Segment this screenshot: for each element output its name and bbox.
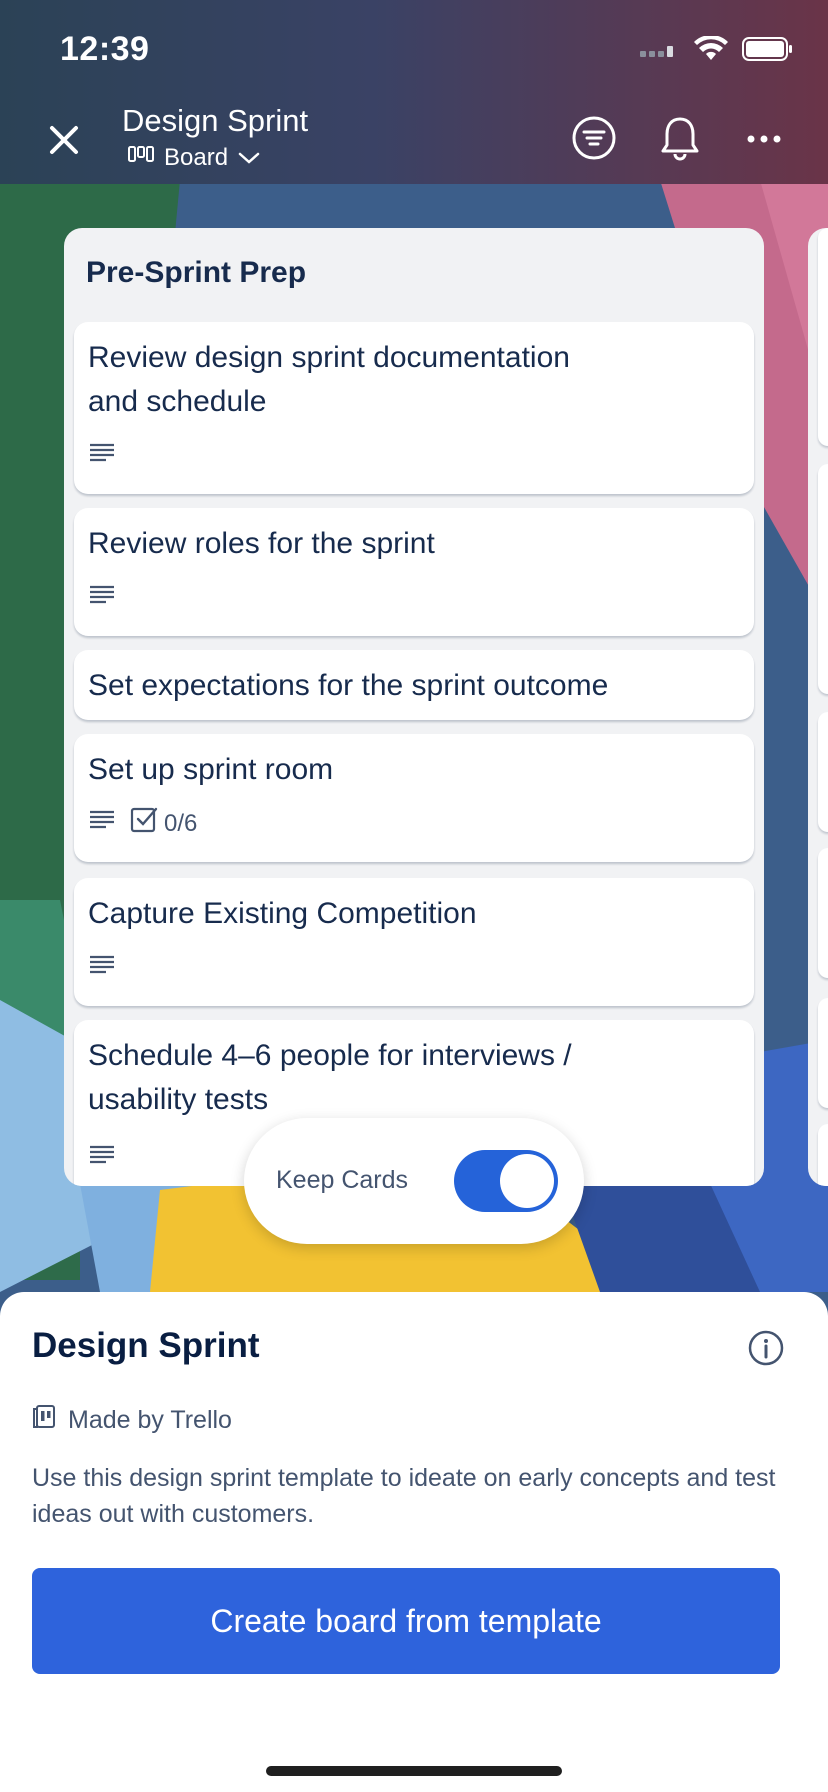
card-title: Review roles for the sprint [88,527,435,560]
card[interactable]: Review design sprint documentation and s… [74,322,754,494]
card[interactable]: Review roles for the sprint [74,508,754,636]
bell-icon [659,115,701,166]
card-badges [88,584,116,613]
card-title: Set expectations for the sprint outcome [88,669,609,702]
keep-cards-toggle[interactable] [454,1150,558,1212]
more-icon [746,131,782,149]
close-icon [48,124,80,161]
filter-button[interactable] [568,114,620,166]
peek-card [818,848,828,978]
card-badges [88,442,116,471]
create-board-button[interactable]: Create board from template [32,1568,780,1674]
card-badges: 0/6 [88,806,197,841]
view-switcher[interactable]: Board [128,144,308,172]
board-header: Design Sprint Board [0,96,828,184]
description-icon [88,442,116,471]
card-title: Review design sprint documentation and s… [88,341,570,418]
board-title: Design Sprint [122,103,309,138]
card[interactable]: Set up sprint room 0/6 [74,734,754,862]
battery-icon [742,37,794,66]
home-indicator [266,1766,562,1776]
status-icons [640,34,794,67]
description-icon [88,1144,116,1173]
description-icon [88,809,116,838]
checklist-icon [130,806,158,841]
peek-card [818,998,828,1108]
card-title: Schedule 4–6 people for interviews / usa… [88,1039,572,1116]
info-button[interactable] [748,1330,784,1366]
board-view-icon [128,144,154,172]
template-info-sheet: Design Sprint Made by Trello Use this de… [0,1292,828,1792]
list-title: Pre-Sprint Prep [86,256,307,289]
filter-icon [571,115,617,166]
keep-cards-label: Keep Cards [276,1166,409,1194]
template-description: Use this design sprint template to ideat… [32,1464,776,1528]
card-title: Set up sprint room [88,753,334,786]
peek-card [818,228,828,446]
card-badges [88,954,116,983]
peek-card [818,464,828,694]
notifications-button[interactable] [654,114,706,166]
checklist-badge: 0/6 [130,806,197,841]
checklist-count: 0/6 [164,809,198,837]
status-time: 12:39 [60,30,150,68]
description-icon [88,954,116,983]
more-button[interactable] [738,114,790,166]
made-by: Made by Trello [32,1404,232,1437]
board-title-group: Design Sprint Board [122,102,308,172]
card[interactable]: Set expectations for the sprint outcome [74,650,754,720]
keep-cards-control: Keep Cards [244,1118,584,1244]
wifi-icon [694,34,728,67]
status-bar: 12:39 [0,0,828,96]
made-by-label: Made by Trello [68,1406,232,1434]
info-icon [748,1330,784,1370]
chevron-down-icon [238,144,260,172]
description-icon [88,584,116,613]
next-list-peek[interactable] [808,228,828,1186]
card[interactable]: Capture Existing Competition [74,878,754,1006]
peek-card [818,1124,828,1186]
toggle-knob [500,1154,554,1208]
cellular-signal-icon [640,40,680,63]
peek-card [818,712,828,832]
view-label: Board [164,144,229,171]
template-icon [32,1404,56,1437]
close-button[interactable] [40,118,88,166]
card-title: Capture Existing Competition [88,897,477,930]
list-pre-sprint-prep: Pre-Sprint Prep Review design sprint doc… [64,228,764,1186]
card-badges [88,1144,116,1173]
template-title: Design Sprint [32,1326,260,1365]
